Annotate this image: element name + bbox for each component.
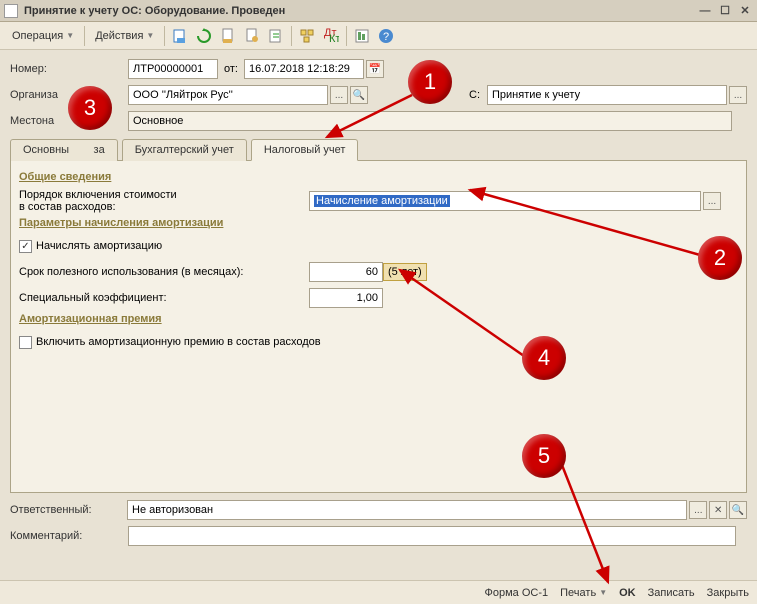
number-value: ЛТР00000001 — [133, 63, 203, 75]
select-button[interactable]: ... — [330, 86, 348, 104]
doc2-icon[interactable] — [241, 25, 263, 47]
actions-menu[interactable]: Действия▼ — [89, 27, 160, 45]
org-field[interactable]: ООО ''Ляйтрок Рус'' — [128, 85, 328, 105]
separator — [164, 26, 165, 46]
tab-tax[interactable]: Налоговый учет — [251, 139, 359, 161]
useful-life-value: 60 — [366, 266, 378, 278]
footer: Форма ОС-1 Печать▼ OK Записать Закрыть — [0, 580, 757, 604]
callout-3: 3 — [68, 86, 112, 130]
chevron-down-icon: ▼ — [599, 588, 607, 597]
tab-main-label2: за — [94, 144, 105, 156]
date-field[interactable]: 16.07.2018 12:18:29 — [244, 59, 364, 79]
tree-icon[interactable] — [296, 25, 318, 47]
location-value: Основное — [133, 115, 183, 127]
responsible-value: Не авторизован — [132, 504, 213, 516]
group-amort-params: Параметры начисления амортизации — [19, 217, 738, 229]
folder-icon[interactable] — [265, 25, 287, 47]
titlebar: Принятие к учету ОС: Оборудование. Прове… — [0, 0, 757, 22]
callout-5: 5 — [522, 434, 566, 478]
close-button[interactable]: ✕ — [737, 4, 753, 18]
tab-main[interactable]: Основны за — [10, 139, 118, 161]
chevron-down-icon: ▼ — [66, 31, 74, 40]
select-button[interactable]: ... — [689, 501, 707, 519]
useful-life-field[interactable]: 60 — [309, 262, 383, 282]
tab-main-label: Основны — [23, 144, 69, 156]
callout-2: 2 — [698, 236, 742, 280]
clear-icon[interactable]: ✕ — [709, 501, 727, 519]
number-field[interactable]: ЛТР00000001 — [128, 59, 218, 79]
tab-panel-tax: Общие сведения Порядок включения стоимос… — [10, 161, 747, 493]
separator — [291, 26, 292, 46]
group-general: Общие сведения — [19, 171, 738, 183]
maximize-button[interactable]: ☐ — [717, 4, 733, 18]
comment-field[interactable] — [128, 526, 736, 546]
svg-text:Кт: Кт — [329, 33, 339, 44]
callout-4: 4 — [522, 336, 566, 380]
separator — [84, 26, 85, 46]
cost-inclusion-label1: Порядок включения стоимости — [19, 189, 309, 201]
comment-label: Комментарий: — [10, 530, 128, 542]
print-label: Печать — [560, 587, 596, 599]
svg-text:?: ? — [383, 31, 389, 43]
premium-label: Включить амортизационную премию в состав… — [36, 336, 321, 348]
date-value: 16.07.2018 12:18:29 — [249, 63, 350, 75]
window-title: Принятие к учету ОС: Оборудование. Прове… — [24, 5, 697, 17]
operation-label: Операция — [12, 30, 63, 42]
coeff-field[interactable]: 1,00 — [309, 288, 383, 308]
toolbar: Операция▼ Действия▼ ДтКт ? — [0, 22, 757, 50]
close-label: Закрыть — [707, 587, 749, 599]
ok-button[interactable]: OK — [619, 587, 636, 599]
form-os1-label: Форма ОС-1 — [485, 587, 549, 599]
number-label: Номер: — [10, 63, 128, 75]
tab-accounting-label: Бухгалтерский учет — [135, 144, 234, 156]
save-button[interactable]: Записать — [648, 587, 695, 599]
responsible-field[interactable]: Не авторизован — [127, 500, 687, 520]
useful-life-label: Срок полезного использования (в месяцах)… — [19, 266, 309, 278]
from-label: от: — [218, 63, 244, 75]
coeff-value: 1,00 — [357, 292, 378, 304]
chevron-down-icon: ▼ — [146, 31, 154, 40]
separator — [346, 26, 347, 46]
calc-amort-label: Начислять амортизацию — [36, 240, 162, 252]
coeff-label: Специальный коэффициент: — [19, 292, 309, 304]
select-button[interactable]: ... — [729, 86, 747, 104]
responsible-label: Ответственный: — [10, 504, 127, 516]
group-amort-premium: Амортизационная премия — [19, 313, 738, 325]
callout-1: 1 — [408, 60, 452, 104]
cost-inclusion-label2: в состав расходов: — [19, 201, 309, 213]
doc-icon[interactable] — [217, 25, 239, 47]
refresh-icon[interactable] — [193, 25, 215, 47]
event-label: С: — [469, 89, 487, 101]
premium-checkbox[interactable] — [19, 336, 32, 349]
cost-inclusion-value: Начисление амортизации — [314, 195, 450, 207]
event-value: Принятие к учету — [492, 89, 580, 101]
org-value: ООО ''Ляйтрок Рус'' — [133, 89, 233, 101]
form-os1-button[interactable]: Форма ОС-1 — [485, 587, 549, 599]
ok-label: OK — [619, 587, 636, 599]
report-icon[interactable] — [351, 25, 373, 47]
minimize-button[interactable]: — — [697, 4, 713, 18]
select-button[interactable]: ... — [703, 192, 721, 210]
event-field[interactable]: Принятие к учету — [487, 85, 727, 105]
cost-inclusion-field[interactable]: Начисление амортизации — [309, 191, 701, 211]
useful-life-hint: (5 лет) — [383, 263, 427, 281]
tab-accounting[interactable]: Бухгалтерский учет — [122, 139, 247, 161]
post-icon[interactable] — [169, 25, 191, 47]
debit-credit-icon[interactable]: ДтКт — [320, 25, 342, 47]
calc-amort-checkbox[interactable] — [19, 240, 32, 253]
search-icon[interactable]: 🔍 — [350, 86, 368, 104]
header-fields: Номер: ЛТР00000001 от: 16.07.2018 12:18:… — [0, 50, 757, 555]
save-label: Записать — [648, 587, 695, 599]
location-field[interactable]: Основное — [128, 111, 732, 131]
print-button[interactable]: Печать▼ — [560, 587, 607, 599]
operation-menu[interactable]: Операция▼ — [6, 27, 80, 45]
actions-label: Действия — [95, 30, 143, 42]
help-icon[interactable]: ? — [375, 25, 397, 47]
tab-bar: Основны за Бухгалтерский учет Налоговый … — [10, 138, 747, 161]
search-icon[interactable]: 🔍 — [729, 501, 747, 519]
close-button[interactable]: Закрыть — [707, 587, 749, 599]
window-icon — [4, 4, 18, 18]
tab-tax-label: Налоговый учет — [264, 144, 346, 156]
calendar-icon[interactable]: 📅 — [366, 60, 384, 78]
